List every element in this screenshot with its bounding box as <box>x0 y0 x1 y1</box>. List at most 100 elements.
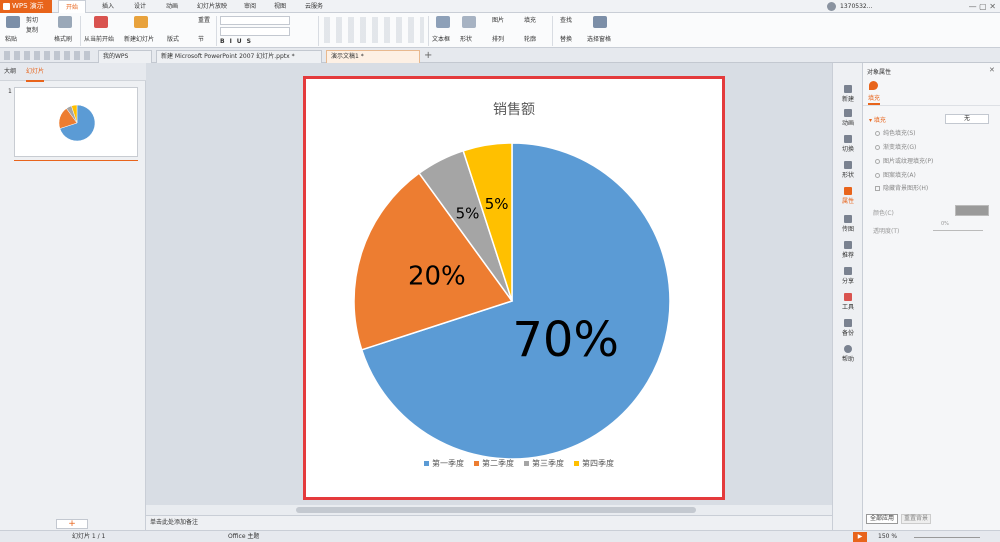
tab-cloud[interactable]: 云服务 <box>300 0 328 13</box>
add-slide-button[interactable]: + <box>56 519 88 529</box>
layout-button[interactable]: 版式 <box>167 36 179 44</box>
play-slideshow-icon[interactable]: ▶ <box>853 532 867 542</box>
transparency-value: 0% <box>941 221 949 227</box>
copy-button[interactable]: 复制 <box>26 27 38 35</box>
format-painter-button[interactable]: 格式刷 <box>54 36 72 44</box>
tab-review[interactable]: 审阅 <box>238 0 262 13</box>
tab-slideshow[interactable]: 幻灯片放映 <box>192 0 232 13</box>
legend-label-2: 第二季度 <box>482 458 514 468</box>
wps-logo-icon <box>3 3 10 10</box>
data-label-2: 20% <box>408 262 466 292</box>
reset-button[interactable]: 重置 <box>198 17 210 25</box>
chart-title: 销售额 <box>493 102 535 118</box>
recommend-icon <box>844 241 852 249</box>
avatar[interactable] <box>827 2 836 11</box>
select-pane-button[interactable]: 选择窗格 <box>587 36 611 44</box>
user-name[interactable]: 1370532... <box>840 0 872 13</box>
app-menu-button[interactable]: WPS 演示 <box>0 0 52 13</box>
rt-send-image[interactable]: 传图 <box>833 215 863 233</box>
rt-recommend[interactable]: 推荐 <box>833 241 863 259</box>
panel-tabs: 大纲 幻灯片 <box>0 63 146 82</box>
tab-insert[interactable]: 插入 <box>96 0 120 13</box>
status-bar: 幻灯片 1 / 1 Office 主题 ▶ 150 % <box>0 530 1000 542</box>
new-slide-icon <box>134 16 148 28</box>
scroll-thumb[interactable] <box>296 507 696 513</box>
none-fill-button[interactable]: 无 <box>945 114 989 124</box>
share-icon <box>844 267 852 275</box>
menu-bar: WPS 演示 开始 插入 设计 动画 幻灯片放映 审阅 视图 云服务 13705… <box>0 0 1000 13</box>
quick-access-toolbar[interactable] <box>4 51 94 60</box>
apply-all-button[interactable]: 全部应用 <box>866 514 898 524</box>
rt-share[interactable]: 分享 <box>833 267 863 285</box>
tab-outline[interactable]: 大纲 <box>4 63 16 81</box>
color-picker[interactable] <box>955 205 989 216</box>
divider <box>863 105 1000 106</box>
fill-section-title[interactable]: ▾ 填充 <box>869 115 886 124</box>
rt-transition[interactable]: 切换 <box>833 135 863 153</box>
font-name-select[interactable] <box>220 16 290 25</box>
doc-tab-presentation1[interactable]: 演示文稿1 * <box>326 50 420 63</box>
shape-button[interactable]: 形状 <box>460 36 472 44</box>
zoom-slider[interactable] <box>914 537 980 538</box>
rt-properties[interactable]: 属性 <box>833 187 863 205</box>
tab-home[interactable]: 开始 <box>58 0 86 13</box>
new-slide-button[interactable]: 新建幻灯片 <box>124 36 154 44</box>
replace-button[interactable]: 替换 <box>560 36 572 44</box>
tab-view[interactable]: 视图 <box>268 0 292 13</box>
font-size-select[interactable] <box>220 27 290 36</box>
slide-number: 1 <box>8 88 12 95</box>
transparency-slider[interactable] <box>933 230 983 231</box>
outline-button[interactable]: 轮廓 <box>524 36 536 44</box>
picture-button[interactable]: 图片 <box>492 17 504 25</box>
rt-backup[interactable]: 备份 <box>833 319 863 337</box>
right-toolbar: 新建 动画 切换 形状 属性 传图 推荐 分享 工具 备份 帮助 <box>832 63 862 530</box>
fill-button[interactable]: 填充 <box>524 17 536 25</box>
tab-fill[interactable]: 填充 <box>868 93 881 105</box>
window-controls[interactable]: — ▢ ✕ <box>900 0 1000 13</box>
find-button[interactable]: 查找 <box>560 17 572 25</box>
pattern-fill-option[interactable]: 图案填充(A) <box>875 172 916 180</box>
rt-shape[interactable]: 形状 <box>833 161 863 179</box>
properties-pane: 对象属性 ✕ 填充 ▾ 填充 无 纯色填充(S) 渐变填充(G) 图片或纹理填充… <box>862 63 1000 530</box>
data-label-1: 70% <box>512 312 619 368</box>
hide-background-checkbox[interactable]: 隐藏背景图形(H) <box>875 185 928 193</box>
tab-slides[interactable]: 幻灯片 <box>26 63 45 82</box>
solid-fill-option[interactable]: 纯色填充(S) <box>875 130 916 138</box>
cut-button[interactable]: 剪切 <box>26 17 38 25</box>
rt-tools[interactable]: 工具 <box>833 293 863 311</box>
horizontal-scrollbar[interactable] <box>146 505 832 515</box>
tools-icon <box>844 293 852 301</box>
document-tabs: 我的WPS 新建 Microsoft PowerPoint 2007 幻灯片.p… <box>0 48 1000 63</box>
doc-tab-my-wps[interactable]: 我的WPS <box>98 50 152 63</box>
pie-chart[interactable]: 销售额 70% 20% 5% 5% 第一季度 第二季度 第三季度 第四季度 <box>306 79 722 497</box>
close-icon[interactable]: ✕ <box>989 66 995 74</box>
pane-title: 对象属性 <box>867 69 892 76</box>
rt-new[interactable]: 新建 <box>833 85 863 103</box>
ribbon-divider <box>80 16 81 46</box>
new-tab-icon[interactable]: + <box>424 49 432 62</box>
doc-tab-pptx[interactable]: 新建 Microsoft PowerPoint 2007 幻灯片.pptx * <box>156 50 322 63</box>
from-current-button[interactable]: 从当前开始 <box>84 36 114 44</box>
paragraph-tools[interactable] <box>324 17 424 43</box>
tab-design[interactable]: 设计 <box>128 0 152 13</box>
notes-pane[interactable]: 单击此处添加备注 <box>146 515 832 530</box>
paste-button[interactable]: 粘贴 <box>5 36 17 44</box>
picture-fill-option[interactable]: 图片或纹理填充(P) <box>875 158 933 166</box>
data-label-4: 5% <box>485 195 509 213</box>
shape-icon <box>462 16 476 28</box>
rt-animation[interactable]: 动画 <box>833 109 863 127</box>
legend-label-3: 第三季度 <box>532 458 564 468</box>
section-button[interactable]: 节 <box>198 36 204 44</box>
slide[interactable]: 销售额 70% 20% 5% 5% 第一季度 第二季度 第三季度 第四季度 <box>303 76 725 500</box>
slide-thumbnail[interactable] <box>14 87 138 157</box>
rt-help[interactable]: 帮助 <box>833 345 863 363</box>
arrange-button[interactable]: 排列 <box>492 36 504 44</box>
reset-background-button[interactable]: 重置背景 <box>901 514 931 524</box>
tab-animation[interactable]: 动画 <box>160 0 184 13</box>
thumbnail-selection-line <box>14 160 138 161</box>
ribbon-divider <box>318 16 319 46</box>
font-style-buttons[interactable]: BIUS <box>220 38 256 46</box>
gradient-fill-option[interactable]: 渐变填充(G) <box>875 144 916 152</box>
textbox-button[interactable]: 文本框 <box>432 36 450 44</box>
help-icon <box>844 345 852 353</box>
